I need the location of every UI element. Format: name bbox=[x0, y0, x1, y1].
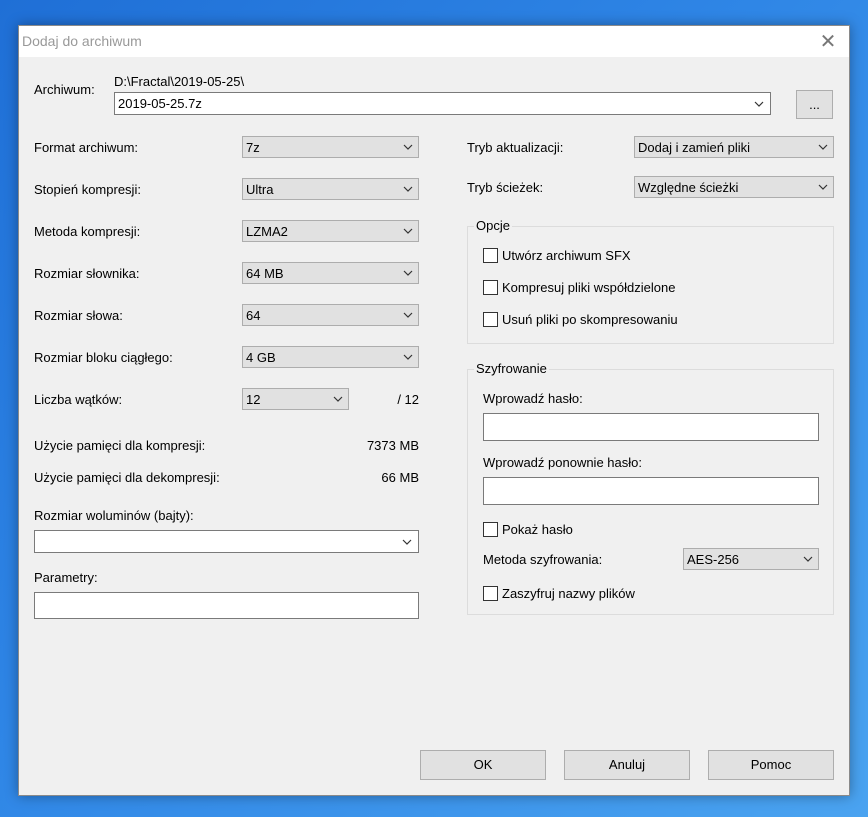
chevron-down-icon bbox=[403, 270, 413, 276]
threads-select[interactable]: 12 bbox=[242, 388, 349, 410]
chevron-down-icon bbox=[403, 144, 413, 150]
shared-label[interactable]: Kompresuj pliki współdzielone bbox=[502, 280, 675, 295]
level-label: Stopień kompresji: bbox=[34, 182, 141, 197]
chevron-down-icon bbox=[403, 354, 413, 360]
volumes-label: Rozmiar woluminów (bajty): bbox=[34, 508, 194, 523]
path-mode-value: Względne ścieżki bbox=[638, 180, 739, 195]
show-password-label[interactable]: Pokaż hasło bbox=[502, 522, 573, 537]
encrypt-names-checkbox[interactable] bbox=[483, 586, 498, 601]
chevron-down-icon bbox=[818, 144, 828, 150]
encryption-method-value: AES-256 bbox=[687, 552, 740, 567]
delete-checkbox[interactable] bbox=[483, 312, 498, 327]
ok-button[interactable]: OK bbox=[420, 750, 546, 780]
dict-label: Rozmiar słownika: bbox=[34, 266, 140, 281]
format-value: 7z bbox=[246, 140, 260, 155]
repeat-password-label: Wprowadź ponownie hasło: bbox=[483, 455, 642, 470]
chevron-down-icon bbox=[818, 184, 828, 190]
sfx-label[interactable]: Utwórz archiwum SFX bbox=[502, 248, 631, 263]
archive-label: Archiwum: bbox=[34, 82, 95, 97]
chevron-down-icon bbox=[403, 228, 413, 234]
options-group: Opcje Utwórz archiwum SFX Kompresuj plik… bbox=[467, 218, 834, 344]
level-select[interactable]: Ultra bbox=[242, 178, 419, 200]
encryption-method-label: Metoda szyfrowania: bbox=[483, 552, 603, 567]
browse-button[interactable]: ... bbox=[796, 90, 833, 119]
title-bar[interactable]: Dodaj do archiwum ✕ bbox=[19, 26, 849, 57]
word-value: 64 bbox=[246, 308, 261, 323]
dict-value: 64 MB bbox=[246, 266, 284, 281]
delete-label[interactable]: Usuń pliki po skompresowaniu bbox=[502, 312, 678, 327]
chevron-down-icon bbox=[333, 396, 343, 402]
options-group-title: Opcje bbox=[474, 218, 512, 233]
update-mode-value: Dodaj i zamień pliki bbox=[638, 140, 750, 155]
help-button[interactable]: Pomoc bbox=[708, 750, 834, 780]
chevron-down-icon bbox=[803, 556, 813, 562]
add-to-archive-dialog: Dodaj do archiwum ✕ Archiwum: D:\Fractal… bbox=[18, 25, 850, 796]
threads-value: 12 bbox=[246, 392, 261, 407]
mem-decomp-label: Użycie pamięci dla dekompresji: bbox=[34, 470, 220, 485]
path-mode-select[interactable]: Względne ścieżki bbox=[634, 176, 834, 198]
word-label: Rozmiar słowa: bbox=[34, 308, 123, 323]
archive-name-combo[interactable]: 2019-05-25.7z bbox=[114, 92, 771, 115]
threads-max: / 12 bbox=[397, 392, 419, 407]
encryption-method-select[interactable]: AES-256 bbox=[683, 548, 819, 570]
solid-select[interactable]: 4 GB bbox=[242, 346, 419, 368]
archive-name-value: 2019-05-25.7z bbox=[118, 96, 202, 111]
password-label: Wprowadź hasło: bbox=[483, 391, 583, 406]
shared-checkbox[interactable] bbox=[483, 280, 498, 295]
encryption-group-title: Szyfrowanie bbox=[474, 361, 549, 376]
cancel-button[interactable]: Anuluj bbox=[564, 750, 690, 780]
chevron-down-icon[interactable] bbox=[400, 534, 414, 550]
encrypt-names-label[interactable]: Zaszyfruj nazwy plików bbox=[502, 586, 635, 601]
dict-select[interactable]: 64 MB bbox=[242, 262, 419, 284]
chevron-down-icon[interactable] bbox=[752, 96, 766, 112]
level-value: Ultra bbox=[246, 182, 274, 197]
update-mode-select[interactable]: Dodaj i zamień pliki bbox=[634, 136, 834, 158]
solid-value: 4 GB bbox=[246, 350, 276, 365]
sfx-checkbox[interactable] bbox=[483, 248, 498, 263]
chevron-down-icon bbox=[403, 312, 413, 318]
format-label: Format archiwum: bbox=[34, 140, 139, 155]
mem-decomp-value: 66 MB bbox=[381, 470, 419, 485]
mem-comp-label: Użycie pamięci dla kompresji: bbox=[34, 438, 206, 453]
encryption-group: Szyfrowanie Wprowadź hasło: Wprowadź pon… bbox=[467, 361, 834, 615]
word-select[interactable]: 64 bbox=[242, 304, 419, 326]
params-label: Parametry: bbox=[34, 570, 98, 585]
params-input[interactable] bbox=[34, 592, 419, 619]
method-value: LZMA2 bbox=[246, 224, 288, 239]
dialog-title: Dodaj do archiwum bbox=[22, 33, 142, 49]
volumes-combo[interactable] bbox=[34, 530, 419, 553]
mem-comp-value: 7373 MB bbox=[366, 438, 419, 453]
chevron-down-icon bbox=[403, 186, 413, 192]
password-input[interactable] bbox=[483, 413, 819, 441]
close-icon[interactable]: ✕ bbox=[815, 29, 841, 55]
update-mode-label: Tryb aktualizacji: bbox=[467, 140, 564, 155]
path-mode-label: Tryb ścieżek: bbox=[467, 180, 544, 195]
repeat-password-input[interactable] bbox=[483, 477, 819, 505]
archive-path: D:\Fractal\2019-05-25\ bbox=[114, 74, 245, 89]
method-select[interactable]: LZMA2 bbox=[242, 220, 419, 242]
threads-label: Liczba wątków: bbox=[34, 392, 123, 407]
method-label: Metoda kompresji: bbox=[34, 224, 141, 239]
show-password-checkbox[interactable] bbox=[483, 522, 498, 537]
format-select[interactable]: 7z bbox=[242, 136, 419, 158]
solid-label: Rozmiar bloku ciągłego: bbox=[34, 350, 173, 365]
